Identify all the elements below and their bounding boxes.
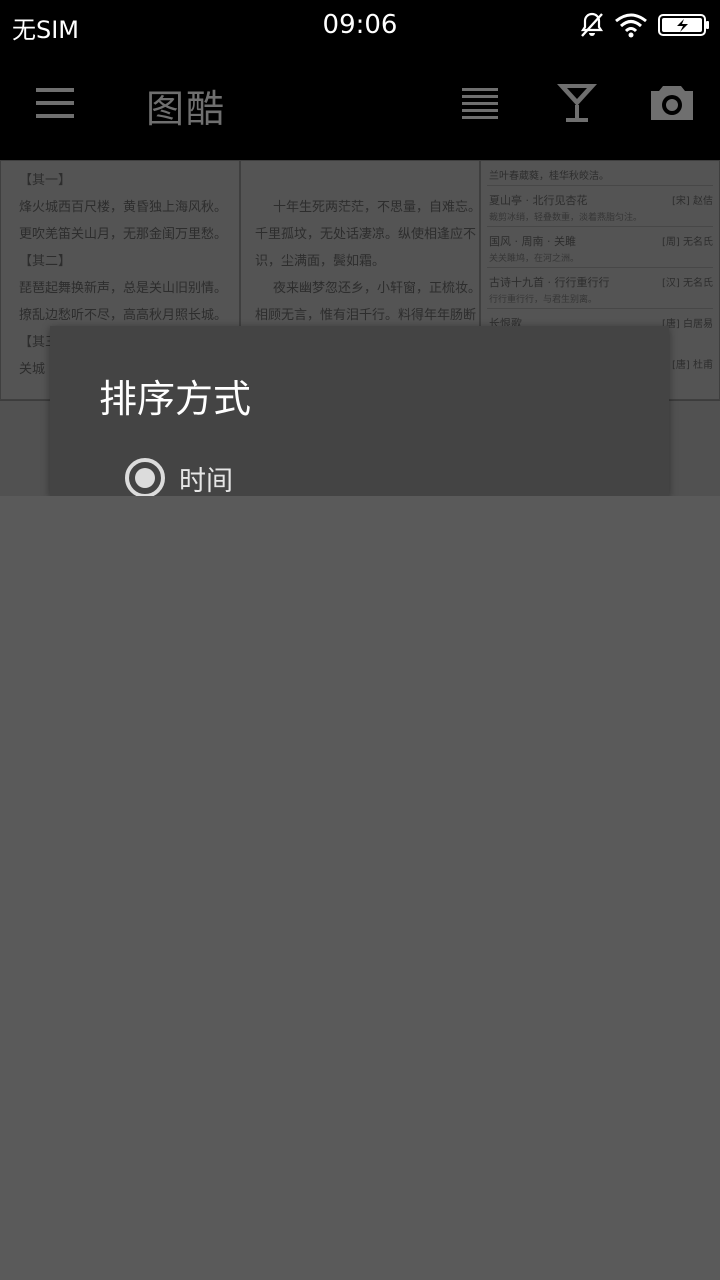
thumb-line: 相顾无言，惟有泪千行。料得年年肠断 (255, 308, 477, 323)
thumb-line: 关城 (19, 362, 46, 377)
camera-icon[interactable] (649, 80, 695, 126)
poem-excerpt: 关关雎鸠，在河之洲。 (489, 254, 580, 264)
dim-overlay[interactable] (0, 496, 720, 1280)
cocktail-icon[interactable] (554, 80, 600, 126)
status-icons (580, 10, 710, 40)
divider (487, 185, 713, 186)
sort-dialog: 排序方式 时间 (50, 326, 669, 498)
screen: 无SIM 09:06 图酷 【其一】 烽火城西百尺楼，黄昏独上海风秋。 更吹羌笛… (0, 0, 720, 1280)
thumb-line: 千里孤坟，无处话凄凉。纵使相逢应不 (255, 227, 477, 242)
thumb-line: 烽火城西百尺楼，黄昏独上海风秋。 (19, 200, 228, 215)
sort-option-time[interactable]: 时间 (125, 458, 233, 498)
thumb-line: 更吹羌笛关山月，无那金闺万里愁。 (19, 227, 228, 242)
poem-title: 古诗十九首 · 行行重行行 (489, 276, 610, 289)
menu-icon[interactable] (36, 86, 76, 120)
thumb-line: 【其一】 (19, 173, 72, 188)
bell-muted-icon (580, 12, 604, 37)
radio-selected-icon[interactable] (125, 458, 165, 498)
thumb-line: 【其二】 (19, 254, 72, 269)
poem-title: 夏山亭 · 北行见杏花 (489, 194, 588, 207)
divider (487, 226, 713, 227)
divider (487, 308, 713, 309)
thumb-line: 十年生死两茫茫，不思量，自难忘。 (273, 200, 480, 215)
poem-author: [唐] 白居易 (662, 319, 713, 330)
poem-author: [周] 无名氏 (662, 237, 713, 248)
app-bar: 图酷 (0, 50, 720, 160)
poem-author: [汉] 无名氏 (662, 278, 713, 289)
thumb-line: 识，尘满面，鬓如霜。 (255, 254, 386, 269)
status-bar: 无SIM 09:06 (0, 0, 720, 50)
divider (487, 267, 713, 268)
dialog-title: 排序方式 (99, 377, 252, 421)
thumb-line: 琵琶起舞换新声，总是关山旧别情。 (19, 281, 228, 296)
app-title: 图酷 (146, 87, 227, 131)
poem-excerpt: 裁剪冰绡，轻叠数重，淡着燕脂匀注。 (489, 213, 643, 223)
poem-title: 兰叶春葳蕤，桂华秋皎洁。 (489, 171, 609, 182)
wifi-icon (615, 13, 647, 38)
poem-author: [宋] 赵佶 (672, 196, 713, 207)
poem-excerpt: 行行重行行，与君生别离。 (489, 295, 598, 305)
thumb-line: 夜来幽梦忽还乡，小轩窗，正梳妆。 (273, 281, 480, 296)
thumb-line: 撩乱边愁听不尽，高高秋月照长城。 (19, 308, 228, 323)
poem-title: 国风 · 周南 · 关雎 (489, 235, 576, 248)
poem-author: [唐] 杜甫 (672, 360, 713, 371)
list-icon[interactable] (458, 80, 504, 126)
battery-charging-icon (658, 14, 709, 36)
option-label: 时间 (179, 465, 233, 497)
